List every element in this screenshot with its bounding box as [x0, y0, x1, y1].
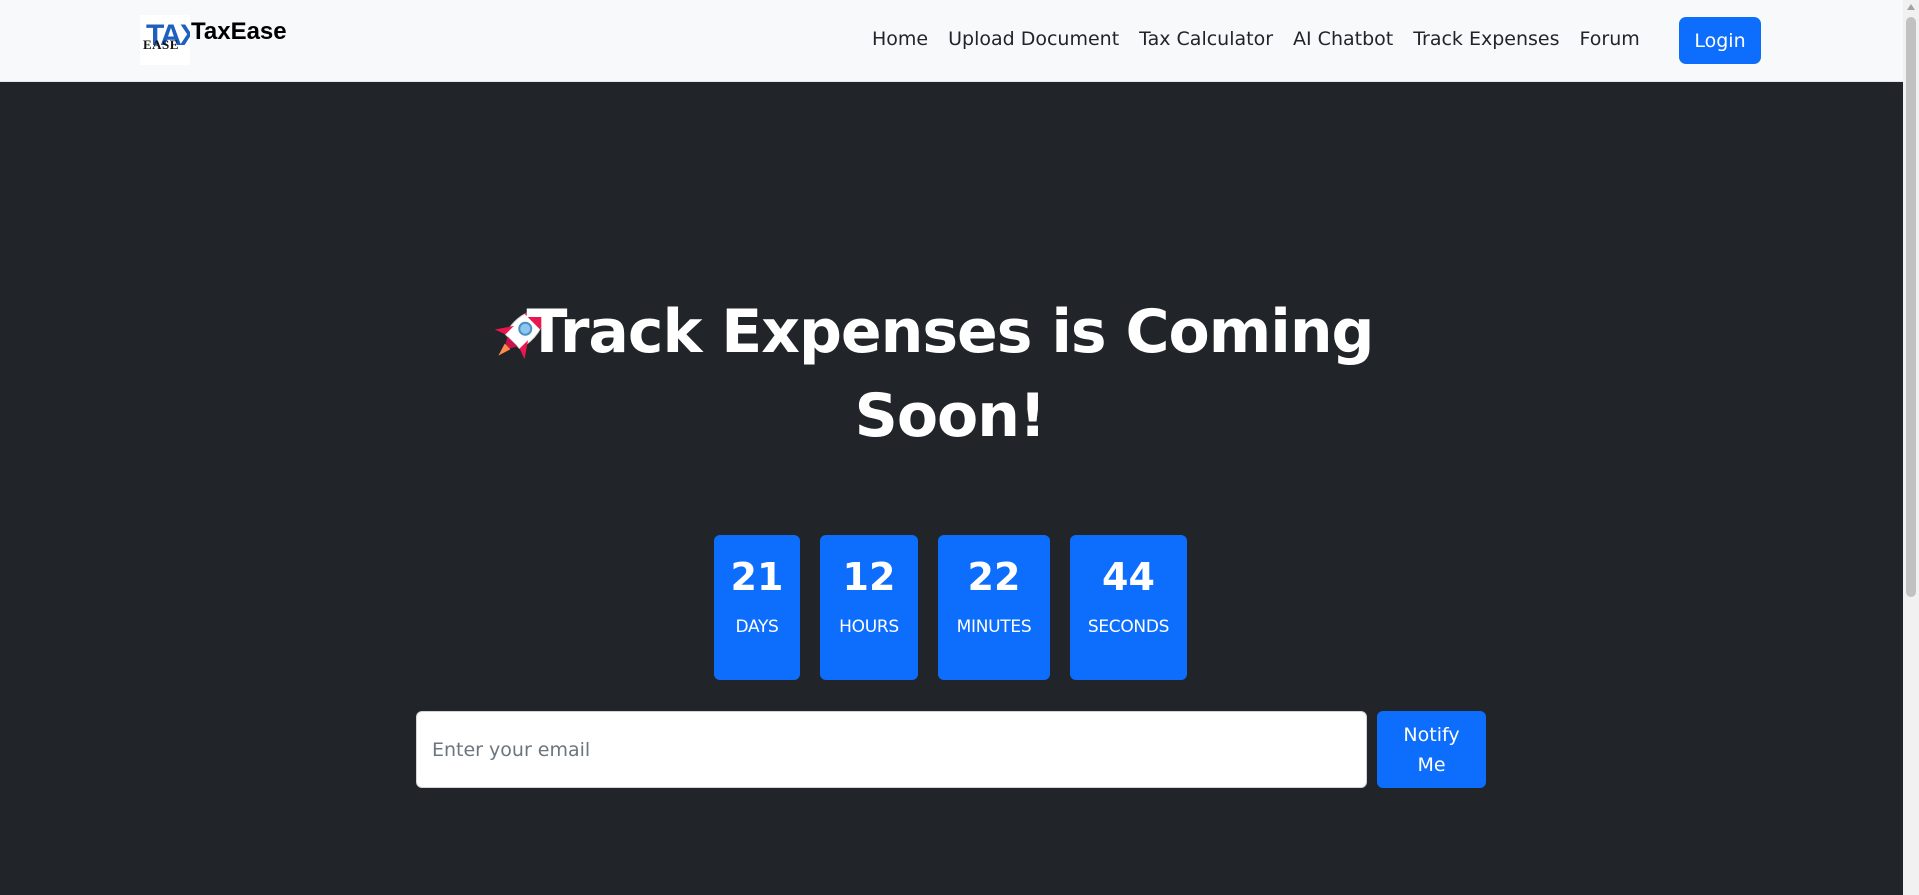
countdown-seconds: 44 SECONDS [1070, 535, 1187, 680]
countdown-seconds-label: SECONDS [1087, 617, 1170, 637]
nav-link-forum[interactable]: Forum [1580, 28, 1640, 50]
taxease-logo: TAX EASE [140, 15, 190, 65]
countdown-minutes: 22 MINUTES [938, 535, 1050, 680]
scroll-up-arrow-icon[interactable] [1907, 4, 1915, 10]
countdown-days-value: 21 [730, 555, 784, 599]
countdown-days-label: DAYS [735, 617, 779, 637]
nav-link-tax-calculator[interactable]: Tax Calculator [1139, 28, 1273, 50]
brand-name[interactable]: TaxEase [191, 18, 287, 46]
scrollbar-thumb[interactable] [1906, 17, 1916, 597]
countdown-minutes-label: MINUTES [956, 617, 1032, 637]
countdown-days: 21 DAYS [714, 535, 800, 680]
nav-links: Home Upload Document Tax Calculator AI C… [872, 28, 1640, 50]
countdown-minutes-value: 22 [967, 555, 1021, 599]
countdown-hours: 12 HOURS [820, 535, 918, 680]
login-button[interactable]: Login [1679, 17, 1761, 64]
notify-me-button[interactable]: Notify Me [1377, 711, 1486, 788]
countdown-seconds-value: 44 [1102, 555, 1155, 599]
nav-link-home[interactable]: Home [872, 28, 928, 50]
countdown-hours-value: 12 [842, 555, 896, 599]
nav-link-ai-chatbot[interactable]: AI Chatbot [1293, 28, 1393, 50]
hero-title: Track Expenses is Coming Soon! [526, 297, 1375, 451]
logo-text-ease: EASE [143, 37, 179, 52]
countdown-hours-label: HOURS [839, 617, 899, 637]
nav-link-upload-document[interactable]: Upload Document [948, 28, 1119, 50]
email-input[interactable] [416, 711, 1367, 788]
scrollbar[interactable] [1903, 0, 1919, 895]
brand[interactable]: TAX EASE TaxEase [140, 15, 287, 65]
nav-link-track-expenses[interactable]: Track Expenses [1413, 28, 1559, 50]
navbar: TAX EASE TaxEase Home Upload Document Ta… [0, 0, 1903, 82]
